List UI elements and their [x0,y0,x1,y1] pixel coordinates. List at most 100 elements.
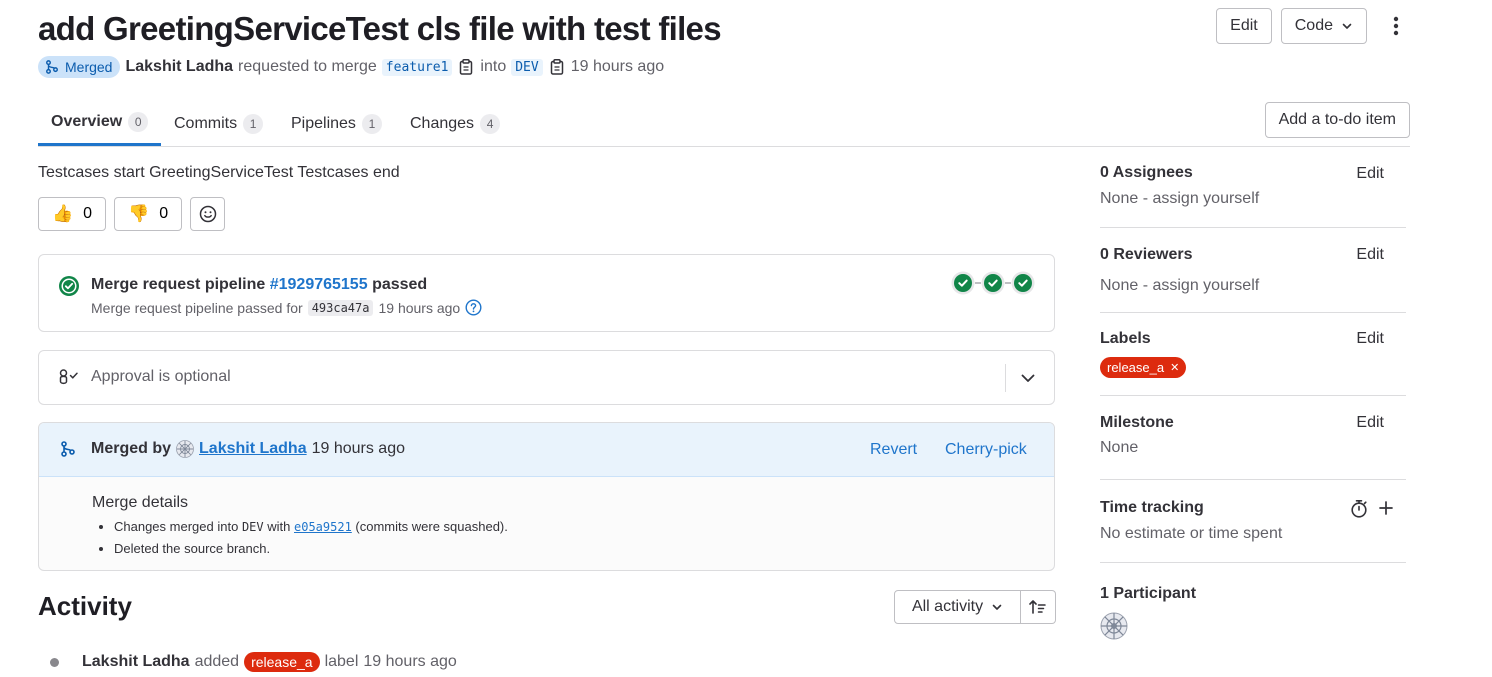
merge-icon [60,441,76,457]
cherry-pick-button[interactable]: Cherry-pick [945,441,1027,459]
description: Testcases start GreetingServiceTest Test… [38,164,400,181]
event-action: added [194,653,240,670]
page-title: add GreetingServiceTest cls file with te… [38,10,722,47]
smiley-icon [199,205,217,223]
tab-changes-label: Changes [410,114,475,132]
code-dropdown-button[interactable]: Code [1280,8,1367,44]
pipeline-id-link[interactable]: #1929765155 [270,276,368,293]
tab-commits-label: Commits [174,114,238,132]
list-item: Deleted the source branch. [114,541,508,556]
tab-changes-count: 4 [480,113,501,134]
stage-2-success-icon[interactable] [981,271,1005,295]
labels-edit-button[interactable]: Edit [1356,330,1384,348]
tab-overview-label: Overview [51,112,123,130]
merged-widget-header: Merged by Lakshit Ladha 19 hours ago Rev… [39,423,1054,477]
milestone-title: Milestone [1100,414,1174,431]
milestone-edit-button[interactable]: Edit [1356,414,1384,432]
time-tracking-title: Time tracking [1100,499,1204,516]
activity-event: Lakshit Ladha added release_a label 19 h… [50,652,457,672]
tab-overview-count: 0 [128,111,149,132]
activity-filter-dropdown[interactable]: All activity [894,590,1021,624]
edit-button[interactable]: Edit [1216,8,1272,44]
stage-1-success-icon[interactable] [951,271,975,295]
approval-icon [58,368,80,386]
divider [1005,364,1006,392]
add-reaction-button[interactable] [190,197,226,231]
tab-overview[interactable]: Overview 0 [38,100,162,146]
sort-icon [1029,599,1047,615]
reviewers-edit-button[interactable]: Edit [1356,246,1384,264]
merge-details-title: Merge details [92,494,189,511]
remove-label-close-icon[interactable]: ✕ [1170,361,1179,374]
add-time-plus-icon[interactable] [1378,500,1394,516]
sidebar-participants: 1 Participant [1100,563,1406,643]
tab-changes[interactable]: Changes 4 [410,100,501,147]
source-branch[interactable]: feature1 [381,58,453,76]
label-release-a[interactable]: release_a ✕ [1100,357,1187,378]
expand-chevron-down-icon[interactable] [1016,366,1040,390]
thumbs-down-count: 0 [159,205,169,222]
labels-title: Labels [1100,330,1151,347]
thumbs-down-icon: 👎 [128,204,150,223]
participant-avatar[interactable] [1100,612,1128,640]
merge-request-meta: Merged Lakshit Ladha requested to merge … [38,56,664,78]
pipeline-widget: Merge request pipeline #1929765155 passe… [38,254,1055,332]
sidebar-time-tracking: Time tracking No estimate or time spent [1100,480,1406,563]
stopwatch-icon[interactable] [1350,499,1368,518]
sidebar-labels: Labels Edit release_a ✕ [1100,313,1406,396]
pipeline-time: 19 hours ago [378,299,461,316]
line1-text-c: (commits were squashed). [355,519,508,534]
requested-text: requested to merge [238,58,377,75]
author-name[interactable]: Lakshit Ladha [125,58,233,76]
pipeline-subtitle: Merge request pipeline passed for 493ca4… [91,299,482,316]
event-author[interactable]: Lakshit Ladha [82,653,190,671]
reviewers-value[interactable]: None - assign yourself [1100,277,1259,295]
pipeline-commit-sha[interactable]: 493ca47a [307,299,374,316]
time-tracking-value: No estimate or time spent [1100,525,1283,542]
tab-pipelines[interactable]: Pipelines 1 [291,100,382,147]
milestone-value: None [1100,439,1139,456]
merge-request-tabs: Overview 0 Commits 1 Pipelines 1 Changes… [38,100,1410,147]
stage-3-success-icon[interactable] [1011,271,1035,295]
tab-pipelines-label: Pipelines [291,114,356,132]
merged-by-user-link[interactable]: Lakshit Ladha [199,440,307,458]
thumbs-up-icon: 👍 [52,204,74,223]
merged-widget: Merged by Lakshit Ladha 19 hours ago Rev… [38,422,1055,571]
merge-commit-link[interactable]: e05a9521 [294,520,352,534]
thumbs-down-button[interactable]: 👎 0 [114,197,183,231]
add-todo-button[interactable]: Add a to-do item [1264,102,1410,138]
status-badge-label: Merged [65,59,113,75]
tab-pipelines-count: 1 [361,113,382,134]
into-text: into [480,58,507,75]
merged-by-text: Merged by Lakshit Ladha 19 hours ago [91,440,405,458]
tab-commits[interactable]: Commits 1 [174,100,264,147]
assignees-value[interactable]: None - assign yourself [1100,190,1259,208]
copy-source-branch-icon[interactable] [459,59,473,75]
sidebar-assignees: 0 Assignees Edit None - assign yourself [1100,150,1406,228]
pipeline-stages [951,271,1035,295]
thumbs-up-button[interactable]: 👍 0 [38,197,107,231]
thumbs-up-count: 0 [83,205,93,222]
event-time: 19 hours ago [363,653,457,670]
activity-title: Activity [38,591,132,621]
help-icon[interactable] [465,299,482,316]
assignees-edit-button[interactable]: Edit [1356,165,1384,183]
created-time: 19 hours ago [570,58,665,75]
sidebar-milestone: Milestone Edit None [1100,396,1406,480]
chevron-down-icon [1341,20,1353,32]
target-branch[interactable]: DEV [511,58,543,76]
more-actions-kebab-icon[interactable] [1382,8,1410,44]
merged-by-prefix: Merged by [91,440,172,457]
event-label-pill[interactable]: release_a [244,652,320,672]
sort-direction-button[interactable] [1021,590,1056,624]
avatar[interactable] [176,440,194,458]
revert-button[interactable]: Revert [870,441,917,459]
merge-icon [45,60,59,74]
status-badge: Merged [38,56,121,78]
code-label: Code [1294,17,1333,34]
status-success-icon[interactable] [58,275,80,297]
copy-target-branch-icon[interactable] [550,59,564,75]
target-branch-code: DEV [241,520,264,534]
tab-commits-count: 1 [243,113,264,134]
line1-text-a: Changes merged into [114,519,239,534]
